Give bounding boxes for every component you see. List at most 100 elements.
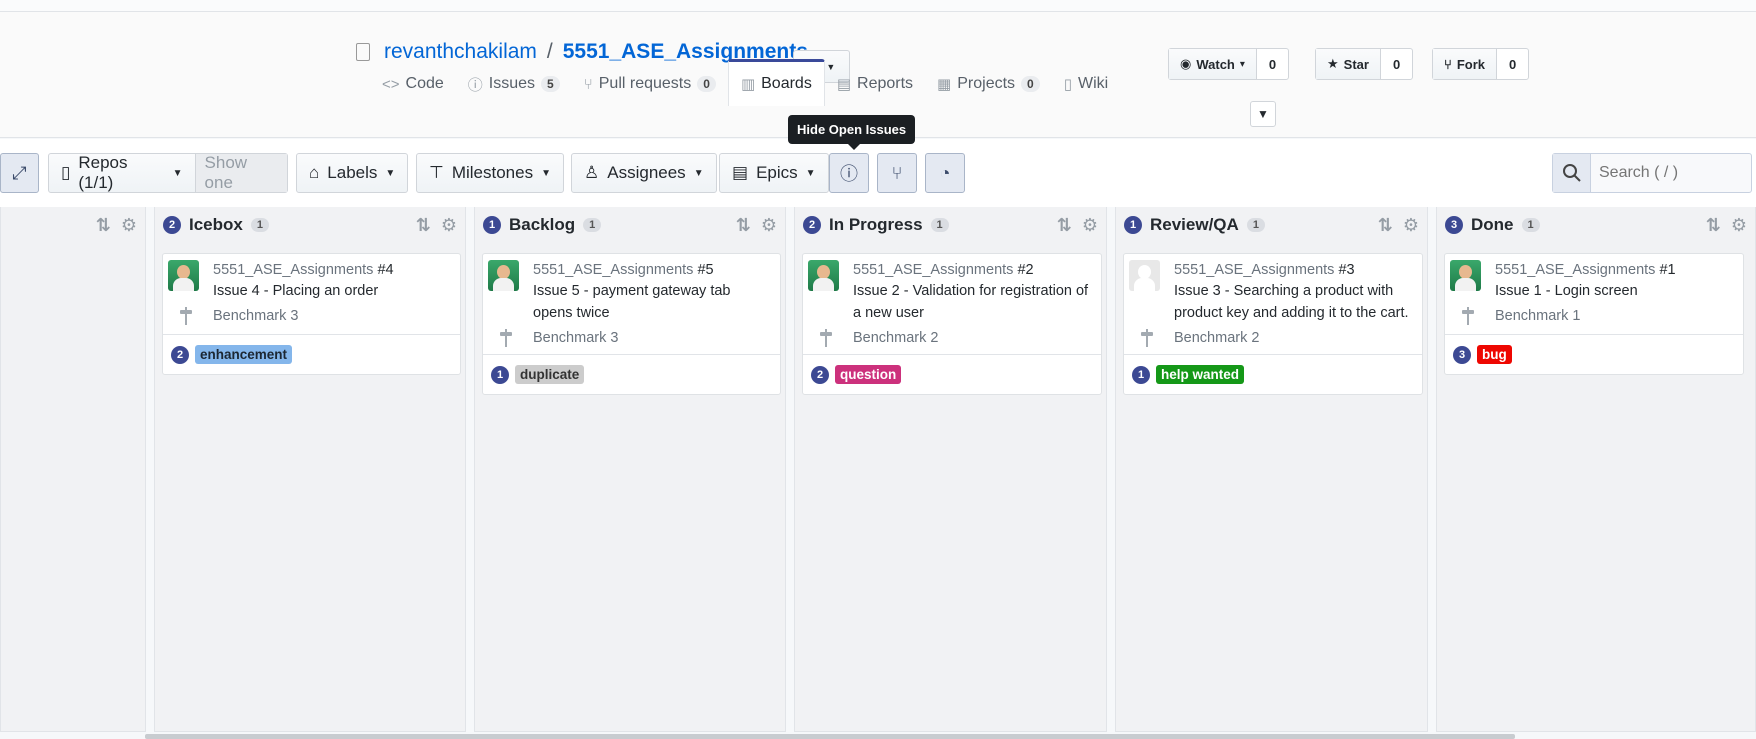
search-input[interactable]	[1591, 154, 1751, 192]
sort-icon[interactable]: ⇅	[416, 215, 431, 236]
tab-count: 0	[1021, 76, 1040, 92]
board: ⇅ ⚙ 2 Icebox 1 ⇅ ⚙ 5551_ASE_Assignments …	[0, 207, 1756, 732]
gear-icon[interactable]: ⚙	[441, 215, 457, 236]
tabs-more-button[interactable]: ▼	[1250, 101, 1276, 127]
card-title[interactable]: Issue 2 - Validation for registration of…	[853, 280, 1093, 324]
column-title: Backlog	[509, 215, 576, 234]
card-title[interactable]: Issue 5 - payment gateway tab opens twic…	[533, 280, 772, 324]
show-one-button[interactable]: Show one	[194, 153, 287, 192]
tab-boards[interactable]: ▥ Boards	[727, 59, 825, 106]
column-title: Review/QA	[1150, 215, 1239, 234]
tab-issues[interactable]: ⓘ Issues 5	[456, 62, 572, 106]
label-enhancement[interactable]: enhancement	[195, 345, 293, 364]
fork-group: ⑂ Fork 0	[1432, 48, 1530, 80]
tab-pull-requests[interactable]: ⑂ Pull requests 0	[572, 62, 728, 106]
card-issue-number[interactable]: #2	[1017, 262, 1033, 278]
repos-filter-button[interactable]: ▯ Repos (1/1) ▼ Show one	[48, 153, 288, 193]
issue-card[interactable]: 5551_ASE_Assignments #2 Issue 2 - Valida…	[802, 253, 1102, 395]
card-milestone: Benchmark 2	[820, 328, 1093, 348]
card-issue-number[interactable]: #3	[1338, 262, 1354, 278]
search-icon[interactable]	[1553, 154, 1591, 192]
projects-icon: ▦	[937, 76, 952, 93]
card-ref: 5551_ASE_Assignments #2	[853, 260, 1093, 280]
card-repo[interactable]: 5551_ASE_Assignments	[1495, 262, 1655, 278]
tab-count: 0	[697, 76, 716, 92]
tab-code[interactable]: <> Code	[370, 62, 456, 106]
watch-count[interactable]: 0	[1257, 49, 1288, 79]
fork-count[interactable]: 0	[1497, 49, 1528, 79]
star-button[interactable]: ★ Star	[1316, 49, 1381, 79]
watch-button[interactable]: ◉ Watch ▾	[1169, 49, 1257, 79]
column-tools: ⇅ ⚙	[96, 215, 137, 236]
card-labels: 1 duplicate	[483, 354, 780, 394]
avatar	[1450, 260, 1481, 291]
card-labels: 1 help wanted	[1124, 354, 1422, 394]
card-title[interactable]: Issue 3 - Searching a product with produ…	[1174, 280, 1414, 324]
gear-icon[interactable]: ⚙	[121, 215, 137, 236]
repo-tabs: <> Code ⓘ Issues 5 ⑂ Pull requests 0 ▥ Boards …	[370, 59, 1120, 106]
tab-wiki[interactable]: ▯ Wiki	[1052, 62, 1120, 106]
issue-card[interactable]: 5551_ASE_Assignments #5 Issue 5 - paymen…	[482, 253, 781, 395]
star-count[interactable]: 0	[1381, 49, 1412, 79]
gear-icon[interactable]: ⚙	[1731, 215, 1747, 236]
milestone-icon	[1140, 329, 1154, 347]
card-body: 5551_ASE_Assignments #4 Issue 4 - Placin…	[163, 254, 460, 334]
card-issue-number[interactable]: #5	[697, 262, 713, 278]
epics-filter-button[interactable]: ▤ Epics ▼	[719, 153, 829, 193]
board-column: ⇅ ⚙	[0, 207, 146, 732]
expand-button[interactable]: ⤢	[0, 153, 39, 193]
card-title[interactable]: Issue 1 - Login screen	[1495, 280, 1735, 302]
board-column-backlog: 1 Backlog 1 ⇅ ⚙ 5551_ASE_Assignments #5 …	[474, 207, 786, 732]
card-ref: 5551_ASE_Assignments #1	[1495, 260, 1735, 280]
sort-icon[interactable]: ⇅	[736, 215, 751, 236]
column-tools: ⇅ ⚙	[1378, 215, 1419, 236]
card-repo[interactable]: 5551_ASE_Assignments	[853, 262, 1013, 278]
watch-group: ◉ Watch ▾ 0	[1168, 48, 1290, 80]
card-issue-number[interactable]: #4	[377, 262, 393, 278]
fork-label: Fork	[1456, 56, 1485, 72]
gear-icon[interactable]: ⚙	[1082, 215, 1098, 236]
horizontal-scrollbar[interactable]	[145, 734, 1515, 739]
milestone-icon	[499, 329, 513, 347]
board-toolbar: ⤢ ▯ Repos (1/1) ▼ Show one ⌂ Labels ▼ ⊤ …	[0, 139, 1756, 207]
milestones-filter-button[interactable]: ⊤ Milestones ▼	[416, 153, 564, 193]
board-column-in-progress: 2 In Progress 1 ⇅ ⚙ 5551_ASE_Assignments…	[794, 207, 1107, 732]
card-repo[interactable]: 5551_ASE_Assignments	[533, 262, 693, 278]
milestones-label: Milestones	[451, 163, 534, 182]
issue-card[interactable]: 5551_ASE_Assignments #4 Issue 4 - Placin…	[162, 253, 461, 375]
chevron-down-icon: ▼	[172, 167, 183, 179]
card-milestone: Benchmark 3	[180, 306, 452, 326]
fork-icon: ⑂	[1444, 56, 1452, 72]
gear-icon[interactable]: ⚙	[761, 215, 777, 236]
card-labels: 3 bug	[1445, 334, 1743, 374]
column-tools: ⇅ ⚙	[1057, 215, 1098, 236]
issue-card[interactable]: 5551_ASE_Assignments #1 Issue 1 - Login …	[1444, 253, 1744, 375]
tab-projects[interactable]: ▦ Projects 0	[925, 62, 1052, 106]
pull-requests-toggle-button[interactable]: ⑂	[877, 153, 917, 193]
sort-icon[interactable]: ⇅	[1378, 215, 1393, 236]
label-help-wanted[interactable]: help wanted	[1156, 365, 1245, 384]
card-milestone: Benchmark 3	[500, 328, 772, 348]
column-count: 1	[250, 218, 269, 232]
labels-filter-button[interactable]: ⌂ Labels ▼	[296, 153, 409, 193]
card-repo[interactable]: 5551_ASE_Assignments	[213, 262, 373, 278]
closed-issues-toggle-button[interactable]: ◔	[925, 153, 965, 193]
card-title[interactable]: Issue 4 - Placing an order	[213, 280, 452, 302]
tab-reports[interactable]: ▤ Reports	[825, 62, 925, 106]
avatar	[1129, 260, 1160, 291]
label-bug[interactable]: bug	[1477, 345, 1512, 364]
top-strip	[0, 0, 1756, 12]
board-column-icebox: 2 Icebox 1 ⇅ ⚙ 5551_ASE_Assignments #4 I…	[154, 207, 466, 732]
sort-icon[interactable]: ⇅	[96, 215, 111, 236]
label-duplicate[interactable]: duplicate	[515, 365, 585, 384]
fork-button[interactable]: ⑂ Fork	[1433, 49, 1497, 79]
sort-icon[interactable]: ⇅	[1706, 215, 1721, 236]
sort-icon[interactable]: ⇅	[1057, 215, 1072, 236]
label-question[interactable]: question	[835, 365, 902, 384]
card-issue-number[interactable]: #1	[1659, 262, 1675, 278]
card-repo[interactable]: 5551_ASE_Assignments	[1174, 262, 1334, 278]
gear-icon[interactable]: ⚙	[1403, 215, 1419, 236]
hide-open-issues-button[interactable]: ⓘ	[829, 153, 869, 193]
assignees-filter-button[interactable]: ♙ Assignees ▼	[571, 153, 717, 193]
issue-card[interactable]: 5551_ASE_Assignments #3 Issue 3 - Search…	[1123, 253, 1423, 395]
